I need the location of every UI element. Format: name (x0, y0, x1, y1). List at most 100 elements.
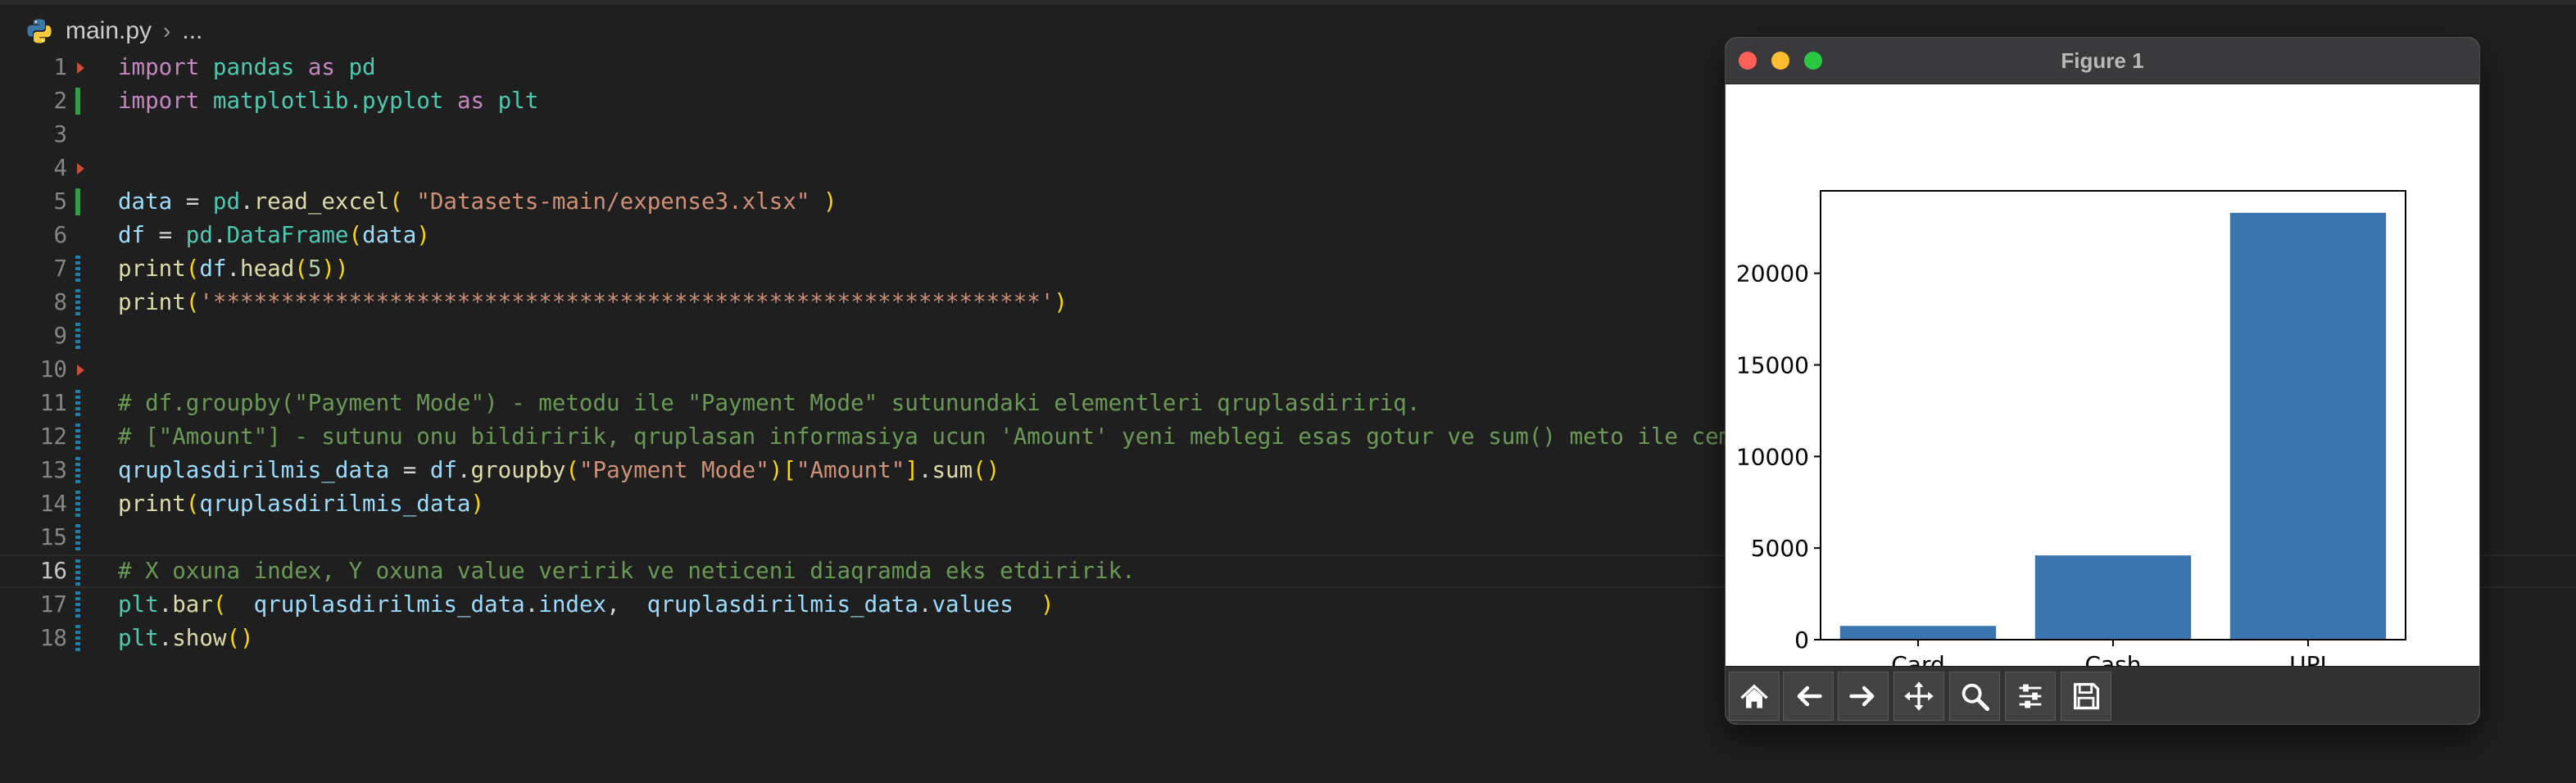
chart-bar (1839, 626, 1997, 640)
code-token: head (240, 256, 295, 282)
code-token: pd (185, 222, 213, 248)
line-number: 8 (53, 289, 67, 315)
code-token: 5 (307, 256, 322, 282)
line-number: 1 (53, 54, 67, 80)
code-token: # df.groupby("Payment Mode") - metodu il… (118, 390, 1421, 416)
chart-bar (2229, 212, 2387, 640)
code-token: # X oxuna index, Y oxuna value veririk v… (118, 558, 1136, 584)
window-titlebar[interactable]: Figure 1 (1726, 38, 2479, 84)
code-text: data = pd.read_excel( "Datasets-main/exp… (118, 185, 837, 219)
code-token: . (918, 457, 932, 483)
code-token: . (524, 591, 539, 618)
figure-canvas[interactable]: Card Cash UPI 0 5000 10000 15000 20000 (1726, 84, 2479, 678)
code-token: show (172, 625, 227, 651)
code-token: ) (470, 491, 485, 517)
code-token: bar (172, 591, 213, 618)
gutter-modified-marker[interactable] (75, 457, 80, 484)
line-number: 16 (39, 558, 67, 584)
gutter-modified-marker[interactable] (75, 323, 80, 350)
code-text: import matplotlib.pyplot as plt (118, 84, 538, 118)
gutter-added-marker[interactable] (75, 188, 80, 215)
y-tick-label: 20000 (1736, 260, 1809, 287)
arrow-left-icon (1797, 686, 1822, 707)
code-token: = (172, 188, 213, 215)
configure-sliders-icon (2019, 684, 2042, 708)
breadcrumb: main.py › ... (25, 11, 202, 51)
line-number: 13 (39, 457, 67, 483)
line-number: 2 (53, 88, 67, 114)
code-token: . (158, 591, 173, 618)
code-token: ) (1054, 289, 1068, 315)
code-token: "Datasets-main/expense3.xlsx" (416, 188, 810, 215)
code-text: qruplasdirilmis_data = df.groupby("Payme… (118, 454, 1000, 487)
gutter-modified-marker[interactable] (75, 625, 80, 652)
gutter-modified-marker[interactable] (75, 559, 80, 586)
arrow-right-icon (1849, 686, 1875, 707)
code-token: plt (118, 625, 159, 651)
code-token: qruplasdirilmis_data (199, 491, 471, 517)
code-token: pd (348, 54, 376, 80)
gutter-deleted-marker[interactable] (77, 163, 84, 174)
y-tick-label: 15000 (1736, 351, 1809, 378)
line-number: 18 (39, 625, 67, 651)
code-token: "Payment Mode" (578, 457, 769, 483)
code-token: ( (565, 457, 579, 483)
gutter-modified-marker[interactable] (75, 289, 80, 316)
code-token: . (212, 222, 227, 248)
breadcrumb-file[interactable]: main.py (66, 17, 152, 45)
line-number: 7 (53, 256, 67, 282)
code-token: matplotlib.pyplot (212, 88, 444, 114)
code-token: qruplasdirilmis_data (118, 457, 390, 483)
code-token: qruplasdirilmis_data (253, 591, 525, 618)
code-token: read_excel (253, 188, 390, 215)
code-token: "Amount" (796, 457, 905, 483)
gutter-added-marker[interactable] (75, 88, 80, 115)
gutter-modified-marker[interactable] (75, 524, 80, 551)
breadcrumb-symbol[interactable]: ... (182, 17, 202, 45)
code-token: . (918, 591, 932, 618)
y-tick-label: 0 (1794, 627, 1809, 654)
code-token: ) (823, 188, 837, 215)
code-token: ( (185, 256, 200, 282)
gutter-deleted-marker[interactable] (77, 364, 84, 376)
line-number: 6 (53, 222, 67, 248)
configure-sliders-button[interactable] (2005, 672, 2056, 721)
line-number: 15 (39, 524, 67, 550)
home-button[interactable] (1729, 672, 1780, 721)
zoom-magnifier-icon (1961, 683, 1990, 712)
code-text: print(df.head(5)) (118, 252, 349, 286)
code-token: ) (1040, 591, 1054, 618)
gutter-modified-marker[interactable] (75, 390, 80, 417)
arrow-left-button[interactable] (1783, 672, 1834, 721)
code-token: pd (212, 188, 241, 215)
code-token: = (389, 457, 430, 483)
code-token: groupby (470, 457, 566, 483)
line-number: 3 (53, 121, 67, 147)
gutter-deleted-marker[interactable] (77, 62, 84, 74)
figure-toolbar (1726, 666, 2479, 724)
gutter-modified-marker[interactable] (75, 256, 80, 283)
code-token: as (307, 54, 335, 80)
figure-window[interactable]: Figure 1 Card Cash UPI 0 5000 10000 15000 20000 (1726, 38, 2479, 724)
gutter-modified-marker[interactable] (75, 491, 80, 518)
arrow-right-button[interactable] (1838, 672, 1889, 721)
code-text: df = pd.DataFrame(data) (118, 219, 430, 252)
code-token: pandas (212, 54, 295, 80)
code-token: data (118, 188, 173, 215)
save-button[interactable] (2061, 672, 2111, 721)
zoom-magnifier-button[interactable] (1949, 672, 2000, 721)
gutter-modified-marker[interactable] (75, 423, 80, 450)
gutter-modified-marker[interactable] (75, 591, 80, 618)
code-token: () (226, 625, 254, 651)
pan-move-button[interactable] (1893, 672, 1944, 721)
line-number: 4 (53, 155, 67, 181)
code-token: print (118, 289, 186, 315)
